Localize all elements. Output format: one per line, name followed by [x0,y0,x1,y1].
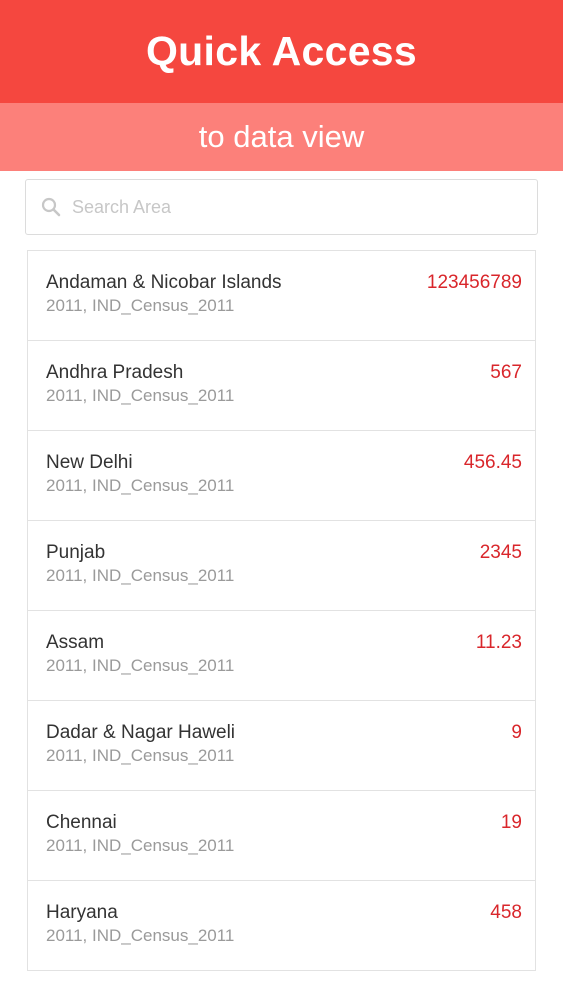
area-list: Andaman & Nicobar Islands 2011, IND_Cens… [27,250,536,971]
area-value: 456.45 [463,452,522,473]
search-container [0,171,563,235]
area-name: Andhra Pradesh [46,362,184,383]
list-item-info: New Delhi 2011, IND_Census_2011 [46,431,234,520]
list-item-info: Chennai 2011, IND_Census_2011 [46,791,234,880]
list-item-info: Haryana 2011, IND_Census_2011 [46,881,234,970]
search-box[interactable] [25,179,538,235]
area-meta: 2011, IND_Census_2011 [46,386,235,405]
list-item-info: Punjab 2011, IND_Census_2011 [46,521,234,610]
area-meta: 2011, IND_Census_2011 [46,746,235,765]
list-item-info: Andhra Pradesh 2011, IND_Census_2011 [46,341,234,430]
list-item[interactable]: Dadar & Nagar Haweli 2011, IND_Census_20… [28,701,535,791]
list-item-info: Andaman & Nicobar Islands 2011, IND_Cens… [46,251,282,340]
area-value: 123456789 [426,272,522,293]
area-value: 9 [511,722,522,743]
list-item[interactable]: Assam 2011, IND_Census_2011 11.23 [28,611,535,701]
list-item[interactable]: Haryana 2011, IND_Census_2011 458 [28,881,535,971]
search-icon [40,196,62,218]
area-value: 458 [490,902,522,923]
area-name: Chennai [46,812,117,833]
area-meta: 2011, IND_Census_2011 [46,926,235,945]
area-name: Assam [46,632,105,653]
area-value: 11.23 [475,632,522,653]
page-title: Quick Access [145,28,418,74]
list-item[interactable]: Punjab 2011, IND_Census_2011 2345 [28,521,535,611]
area-meta: 2011, IND_Census_2011 [46,296,235,315]
area-meta: 2011, IND_Census_2011 [46,566,235,585]
area-meta: 2011, IND_Census_2011 [46,656,235,675]
list-item[interactable]: Andaman & Nicobar Islands 2011, IND_Cens… [28,251,535,341]
area-value: 19 [500,812,522,833]
area-value: 567 [490,362,522,383]
page-subtitle: to data view [198,119,365,154]
area-name: New Delhi [46,452,133,473]
app-header: Quick Access [0,0,563,103]
area-meta: 2011, IND_Census_2011 [46,836,235,855]
area-meta: 2011, IND_Census_2011 [46,476,235,495]
list-item[interactable]: Andhra Pradesh 2011, IND_Census_2011 567 [28,341,535,431]
area-name: Andaman & Nicobar Islands [46,272,282,293]
list-item-info: Assam 2011, IND_Census_2011 [46,611,234,700]
area-name: Haryana [46,902,118,923]
area-name: Punjab [46,542,106,563]
list-item-info: Dadar & Nagar Haweli 2011, IND_Census_20… [46,701,235,790]
search-input[interactable] [70,195,494,219]
list-item[interactable]: New Delhi 2011, IND_Census_2011 456.45 [28,431,535,521]
area-name: Dadar & Nagar Haweli [46,722,236,743]
sub-header: to data view [0,103,563,171]
list-item[interactable]: Chennai 2011, IND_Census_2011 19 [28,791,535,881]
area-value: 2345 [479,542,522,563]
